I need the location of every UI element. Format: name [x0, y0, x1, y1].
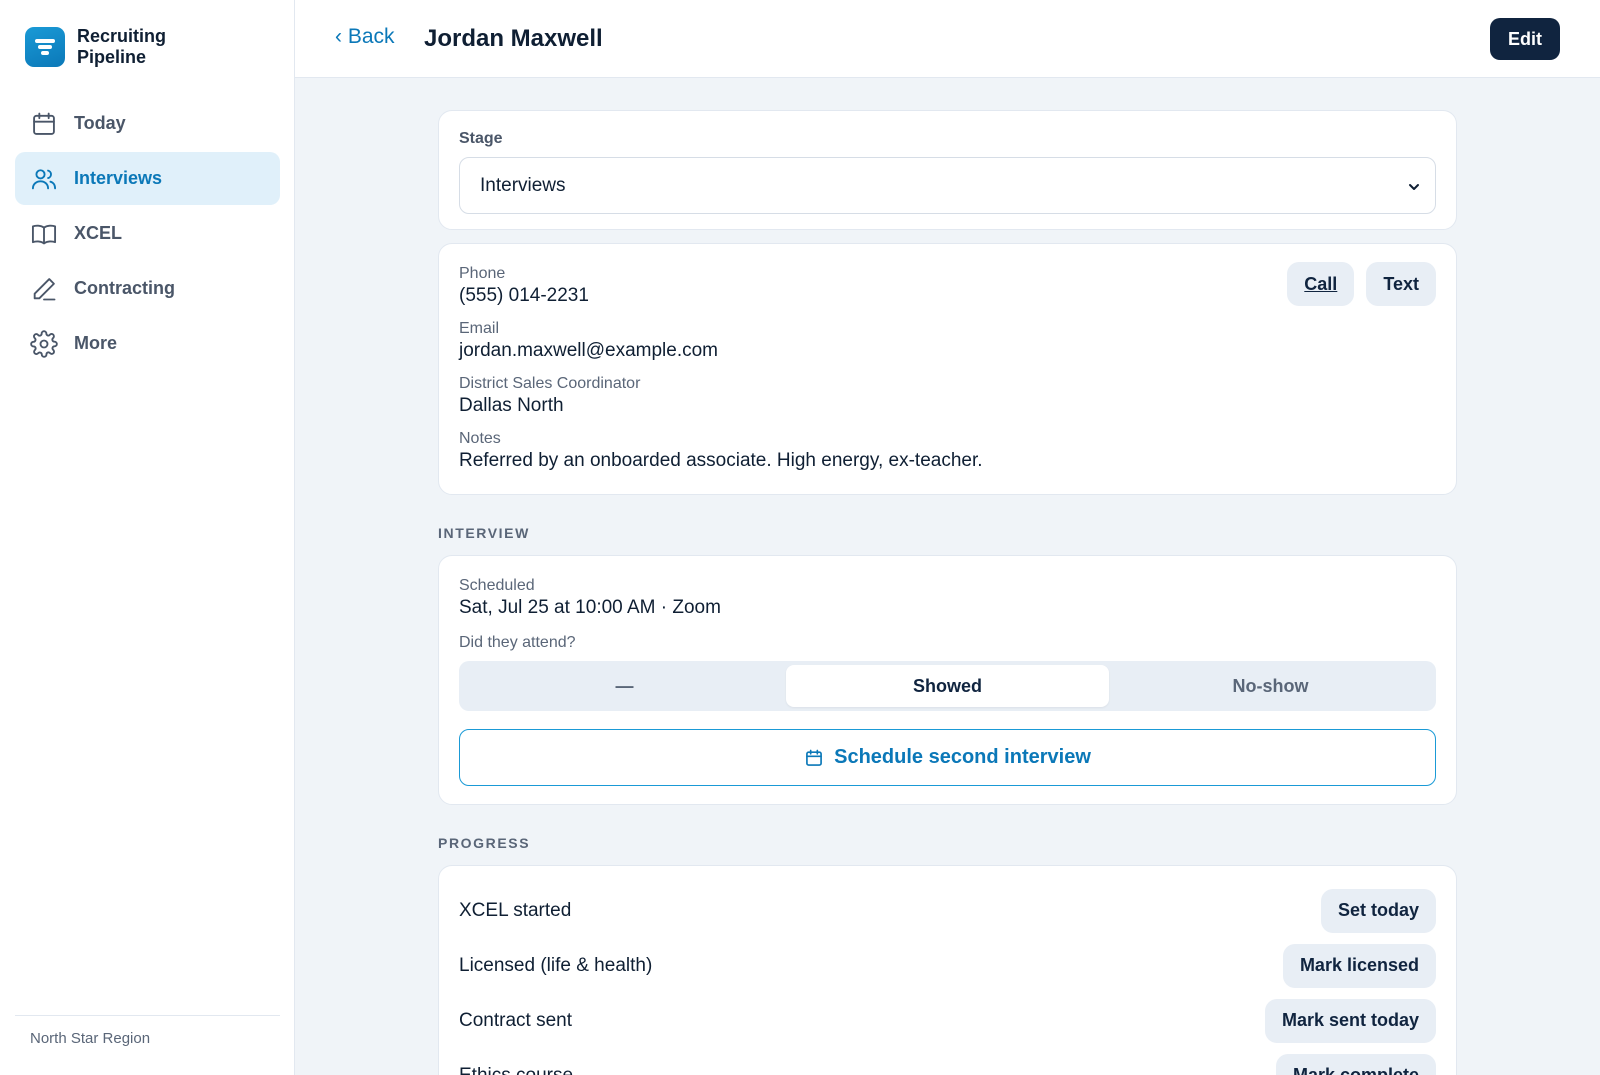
dsc-field: District Sales Coordinator Dallas North — [459, 374, 1436, 417]
calendar-icon — [806, 749, 823, 766]
attendance-toggle: — Showed No-show — [459, 661, 1436, 711]
candidate-detail: Stage Interviews Call Text Phone (555) 0… — [438, 110, 1457, 1075]
progress-row-contract: Contract sent Mark sent today — [459, 993, 1436, 1048]
progress-step-label: XCEL started — [459, 899, 572, 921]
book-icon — [31, 224, 57, 244]
users-icon — [31, 168, 57, 189]
dsc-value: Dallas North — [459, 395, 564, 416]
progress-row-xcel: XCEL started Set today — [459, 883, 1436, 938]
call-button[interactable]: Call — [1287, 262, 1355, 306]
progress-step-label: Licensed (life & health) — [459, 954, 653, 976]
page-header: ‹ Back Jordan Maxwell Edit — [295, 0, 1600, 78]
sidebar-item-contracting[interactable]: Contracting — [15, 262, 280, 315]
progress-card: XCEL started Set today Licensed (life & … — [438, 865, 1457, 1075]
stage-select[interactable]: Interviews — [459, 157, 1436, 214]
app-name: Recruiting Pipeline — [77, 26, 167, 67]
notes-value: Referred by an onboarded associate. High… — [459, 450, 983, 471]
progress-row-ethics: Ethics course Mark complete — [459, 1048, 1436, 1075]
progress-step-label: Contract sent — [459, 1009, 572, 1031]
progress-section-heading: PROGRESS — [438, 835, 531, 851]
mark-sent-today-button[interactable]: Mark sent today — [1264, 998, 1436, 1043]
dsc-label: District Sales Coordinator — [459, 375, 641, 392]
scheduled-value: Sat, Jul 25 at 10:00 AM · Zoom — [459, 597, 721, 618]
attendance-option-showed[interactable]: Showed — [786, 665, 1109, 707]
gear-icon — [30, 329, 58, 358]
interview-card: Scheduled Sat, Jul 25 at 10:00 AM · Zoom… — [438, 555, 1457, 805]
scheduled-label: Scheduled — [459, 577, 535, 594]
sidebar-nav: Today Interviews XCEL Contracting More — [15, 97, 280, 372]
attendance-option-none[interactable]: — — [463, 665, 786, 707]
sidebar-item-today[interactable]: Today — [15, 97, 280, 150]
region-label: North Star Region — [15, 1015, 280, 1075]
back-link[interactable]: ‹ Back — [335, 25, 395, 49]
sidebar-item-label: XCEL — [74, 223, 123, 243]
sidebar-item-interviews[interactable]: Interviews — [15, 152, 280, 205]
text-button[interactable]: Text — [1366, 262, 1436, 306]
schedule-second-interview-button[interactable]: Schedule second interview — [459, 729, 1436, 786]
page-title: Jordan Maxwell — [424, 25, 603, 52]
sidebar: Recruiting Pipeline Today Interviews XCE… — [0, 0, 295, 1075]
stage-card: Stage Interviews — [438, 110, 1457, 230]
edit-button[interactable]: Edit — [1490, 18, 1560, 60]
progress-row-licensed: Licensed (life & health) Mark licensed — [459, 938, 1436, 993]
calendar-icon — [33, 112, 55, 135]
attendance-option-no-show[interactable]: No-show — [1109, 665, 1432, 707]
progress-step-label: Ethics course — [459, 1064, 574, 1075]
notes-label: Notes — [459, 430, 501, 447]
email-field: Email jordan.maxwell@example.com — [459, 319, 1436, 362]
interview-section-heading: INTERVIEW — [438, 525, 530, 541]
contact-actions: Call Text — [1287, 262, 1436, 306]
mark-complete-button[interactable]: Mark complete — [1275, 1053, 1436, 1075]
schedule-second-interview-label: Schedule second interview — [834, 746, 1091, 768]
brand[interactable]: Recruiting Pipeline — [25, 26, 187, 68]
mark-licensed-button[interactable]: Mark licensed — [1282, 943, 1436, 988]
contact-card: Call Text Phone (555) 014-2231 Email jor… — [438, 243, 1457, 495]
set-today-button[interactable]: Set today — [1320, 888, 1436, 933]
notes-field: Notes Referred by an onboarded associate… — [459, 429, 1436, 472]
sidebar-item-xcel[interactable]: XCEL — [15, 207, 280, 260]
sidebar-item-label: Today — [74, 113, 126, 133]
sidebar-item-label: Contracting — [74, 278, 175, 298]
pen-icon — [33, 277, 56, 300]
sidebar-item-label: Interviews — [74, 168, 163, 188]
attend-label: Did they attend? — [459, 634, 576, 651]
sidebar-item-more[interactable]: More — [15, 317, 280, 370]
email-value: jordan.maxwell@example.com — [459, 340, 718, 361]
chevron-down-icon — [1409, 184, 1419, 190]
stage-select-value: Interviews — [480, 174, 566, 196]
email-label: Email — [459, 320, 500, 337]
app-logo-icon — [25, 27, 65, 67]
sidebar-item-label: More — [74, 333, 118, 353]
stage-label: Stage — [459, 130, 503, 147]
